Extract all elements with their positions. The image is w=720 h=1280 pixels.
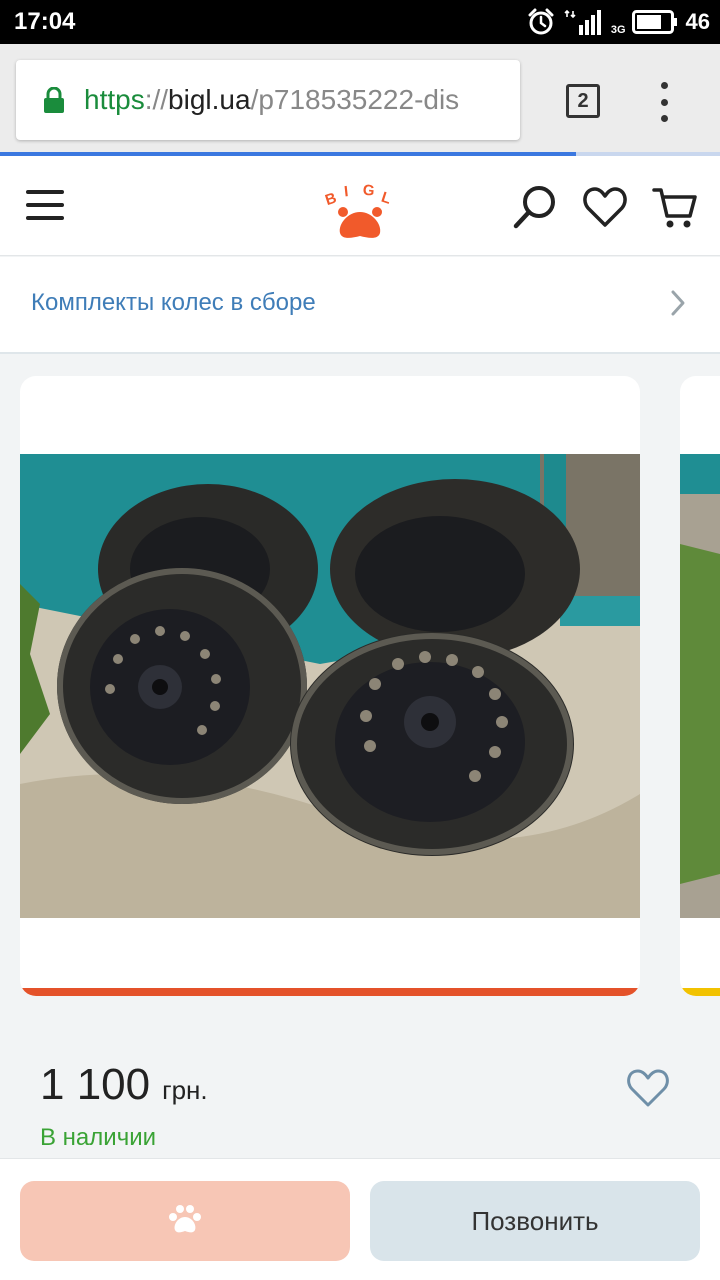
card-accent-strip-next (680, 988, 720, 996)
buy-button[interactable] (20, 1181, 350, 1261)
bigl-logo[interactable]: B I G L (322, 178, 398, 242)
url-scheme: https (84, 84, 145, 115)
search-icon[interactable] (512, 184, 558, 230)
logo-letter-2: I (343, 183, 349, 200)
price: 1 100 грн. (40, 1060, 208, 1110)
battery-level: 46 (685, 9, 710, 34)
status-time: 17:04 (14, 8, 76, 35)
logo-letter-3: G (362, 182, 375, 200)
browser-toolbar: https://bigl.ua/p718535222-dis 2 (0, 44, 720, 156)
gallery-card-next[interactable] (680, 376, 720, 996)
url-separator: :// (144, 84, 169, 115)
paw-icon (168, 1204, 202, 1239)
site-header: B I G L (0, 156, 720, 256)
heart-icon[interactable] (626, 1068, 670, 1108)
status-icons: 3G 46 (527, 8, 710, 36)
gallery-card[interactable] (20, 376, 640, 996)
more-vert-icon[interactable] (652, 82, 676, 122)
product-gallery[interactable] (0, 355, 720, 1015)
heart-icon[interactable] (582, 184, 628, 230)
url-host: bigl.ua (168, 84, 251, 115)
availability-status: В наличии (40, 1124, 157, 1151)
url-text: https://bigl.ua/p718535222-dis (84, 84, 459, 116)
category-label: Комплекты колес в сборе (31, 289, 316, 316)
network-type: 3G (610, 24, 626, 36)
category-link[interactable]: Комплекты колес в сборе (0, 257, 720, 354)
chevron-right-icon (670, 289, 686, 322)
battery-icon (631, 10, 678, 34)
status-bar: 17:04 3G 46 (0, 0, 720, 44)
logo-letter-4: L (379, 189, 393, 208)
call-button[interactable]: Позвонить (370, 1181, 700, 1261)
card-accent-strip (20, 988, 640, 996)
product-image-next[interactable] (680, 454, 720, 918)
url-path: /p718535222-dis (250, 84, 460, 115)
menu-icon[interactable] (26, 190, 64, 220)
tab-switcher-button[interactable]: 2 (566, 84, 600, 118)
price-value: 1 100 (40, 1060, 151, 1109)
alarm-icon (527, 8, 555, 36)
lock-icon (44, 87, 64, 113)
logo-letter-1: B (323, 189, 339, 209)
address-bar[interactable]: https://bigl.ua/p718535222-dis (16, 60, 520, 140)
action-bar: Позвонить (0, 1158, 720, 1280)
price-currency: грн. (162, 1075, 208, 1105)
cart-icon[interactable] (652, 184, 698, 230)
signal-icon (563, 9, 603, 35)
product-image[interactable] (20, 454, 640, 918)
